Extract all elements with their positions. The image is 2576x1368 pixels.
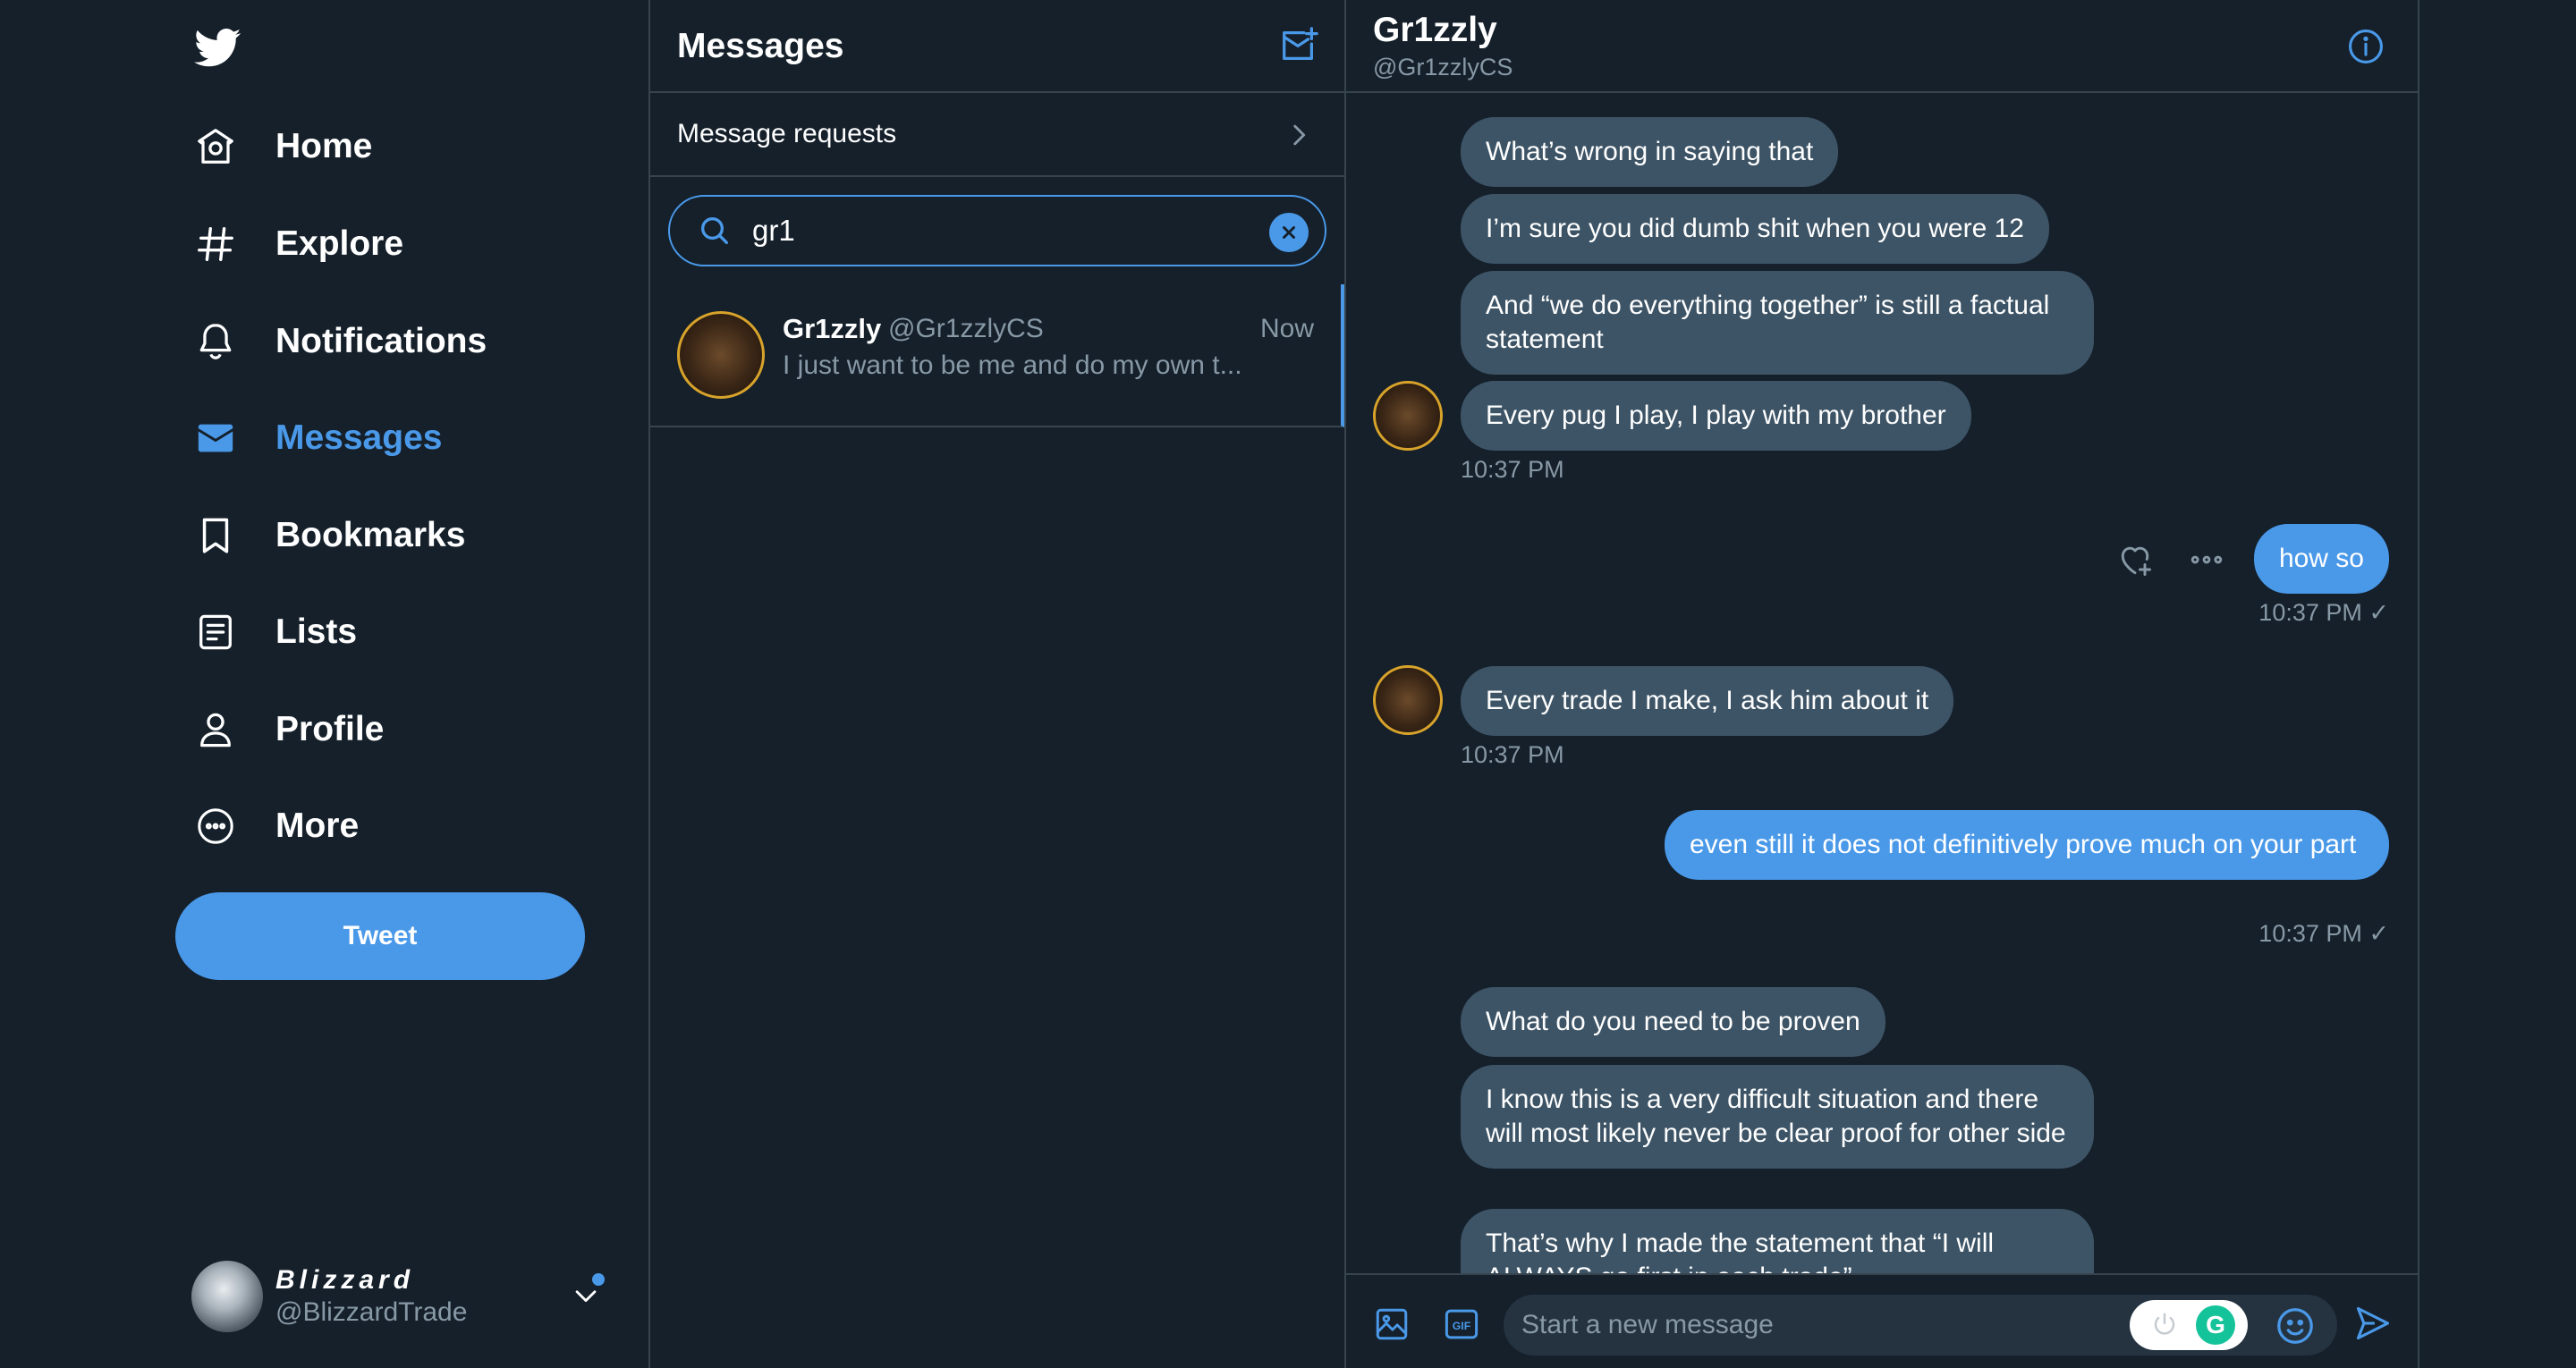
nav-item-more[interactable]: More — [177, 788, 359, 865]
message-bubble-incoming[interactable]: What’s wrong in saying that — [1461, 117, 1839, 187]
conversation-name: Gr1zzly — [783, 313, 882, 344]
more-circle-icon — [177, 788, 254, 865]
nav-label: Lists — [275, 612, 358, 651]
primary-navigation: Home Explore Notifications Messages Book… — [0, 0, 650, 1368]
account-switcher[interactable]: Blizzard @BlizzardTrade — [191, 1261, 621, 1332]
svg-text:GIF: GIF — [1453, 1320, 1471, 1332]
message-bubble-incoming[interactable]: That’s why I made the statement that “I … — [1461, 1209, 2094, 1273]
nav-item-profile[interactable]: Profile — [177, 691, 384, 768]
avatar[interactable] — [1373, 665, 1443, 735]
message-bubble-outgoing[interactable]: even still it does not definitively prov… — [1665, 810, 2389, 880]
message-bubble-incoming[interactable]: What do you need to be proven — [1461, 987, 1885, 1057]
info-icon[interactable] — [2346, 27, 2385, 66]
power-icon[interactable] — [2151, 1311, 2178, 1338]
conversation-time: Now — [1259, 314, 1314, 343]
send-icon[interactable] — [2353, 1304, 2393, 1343]
avatar — [191, 1261, 263, 1332]
nav-label: Home — [275, 127, 373, 165]
more-horizontal-icon[interactable] — [2187, 540, 2226, 579]
message-thread[interactable]: What’s wrong in saying that I’m sure you… — [1346, 95, 2418, 1273]
message-requests-link[interactable]: Message requests — [650, 93, 1344, 177]
message-bubble-incoming[interactable]: And “we do everything together” is still… — [1461, 271, 2094, 375]
message-timestamp: 10:37 PM ✓ — [2258, 599, 2389, 626]
bell-icon — [177, 303, 254, 380]
clear-search-button[interactable] — [1269, 213, 1309, 252]
nav-item-explore[interactable]: Explore — [177, 206, 403, 283]
conversation-panel: Gr1zzly @Gr1zzlyCS What’s wrong in sayin… — [1346, 0, 2419, 1368]
conversation-preview: I just want to be me and do my own t... — [783, 350, 1242, 380]
message-requests-label: Message requests — [677, 119, 897, 148]
account-name: Blizzard — [275, 1265, 415, 1295]
nav-item-messages[interactable]: Messages — [177, 400, 442, 477]
twitter-bird-icon[interactable] — [191, 24, 246, 71]
conversation-handle: @Gr1zzlyCS — [888, 314, 1044, 343]
message-input-wrapper: G — [1504, 1295, 2337, 1355]
nav-item-home[interactable]: Home — [177, 108, 372, 185]
nav-label: Messages — [275, 418, 443, 457]
image-icon[interactable] — [1373, 1305, 1411, 1343]
conversation-header: Gr1zzly @Gr1zzlyCS — [1346, 0, 2418, 93]
nav-label: Bookmarks — [275, 516, 466, 554]
messages-header: Messages — [650, 0, 1344, 93]
twitter-app: Home Explore Notifications Messages Book… — [0, 0, 2576, 1368]
close-icon — [1283, 226, 1295, 239]
tweet-button[interactable]: Tweet — [175, 892, 585, 980]
message-bubble-incoming[interactable]: I’m sure you did dumb shit when you were… — [1461, 194, 2049, 264]
nav-label: Explore — [275, 224, 404, 263]
message-bubble-incoming[interactable]: Every trade I make, I ask him about it — [1461, 666, 1954, 736]
emoji-icon[interactable] — [2275, 1305, 2316, 1347]
list-icon — [177, 594, 254, 671]
account-text: Blizzard @BlizzardTrade — [275, 1265, 467, 1328]
nav-item-lists[interactable]: Lists — [177, 594, 357, 671]
gif-icon[interactable]: GIF — [1443, 1305, 1480, 1343]
chevron-right-icon — [1293, 124, 1306, 146]
message-bubble-incoming[interactable]: Every pug I play, I play with my brother — [1461, 381, 1971, 451]
avatar[interactable] — [1373, 381, 1443, 451]
new-message-icon[interactable] — [1278, 25, 1319, 66]
message-timestamp: 10:37 PM ✓ — [2258, 920, 2389, 947]
nav-label: More — [275, 806, 360, 845]
conversation-item[interactable]: Gr1zzly @Gr1zzlyCS Now I just want to be… — [650, 284, 1344, 427]
message-timestamp: 10:37 PM — [1461, 456, 1564, 483]
conversation-title: Gr1zzly — [1373, 11, 1497, 49]
avatar — [677, 311, 765, 399]
conversation-handle: @Gr1zzlyCS — [1373, 54, 1513, 80]
person-icon — [177, 691, 254, 768]
home-icon — [177, 108, 254, 185]
search-icon — [701, 217, 728, 244]
grammarly-icon[interactable]: G — [2196, 1305, 2235, 1345]
chevron-down-icon[interactable] — [571, 1280, 601, 1311]
nav-label: Notifications — [275, 322, 487, 360]
nav-item-bookmarks[interactable]: Bookmarks — [177, 497, 465, 574]
message-timestamp: 10:37 PM — [1461, 741, 1564, 768]
page-title: Messages — [677, 27, 844, 65]
search-input[interactable] — [752, 214, 1235, 248]
hashtag-icon — [177, 206, 254, 283]
nav-item-notifications[interactable]: Notifications — [177, 303, 487, 380]
message-input[interactable] — [1521, 1305, 2112, 1345]
grammarly-widget[interactable]: G — [2130, 1300, 2248, 1350]
bookmark-icon — [177, 497, 254, 574]
message-composer: GIF G — [1346, 1273, 2418, 1368]
heart-plus-icon[interactable] — [2115, 540, 2155, 579]
nav-label: Profile — [275, 710, 385, 748]
search-field — [668, 195, 1326, 266]
account-handle: @BlizzardTrade — [275, 1297, 468, 1327]
message-bubble-incoming[interactable]: I know this is a very difficult situatio… — [1461, 1065, 2094, 1169]
messages-list-panel: Messages Message requests Gr1zzly @Gr1zz… — [650, 0, 1346, 1368]
envelope-icon — [177, 400, 254, 477]
message-bubble-outgoing[interactable]: how so — [2253, 524, 2389, 594]
